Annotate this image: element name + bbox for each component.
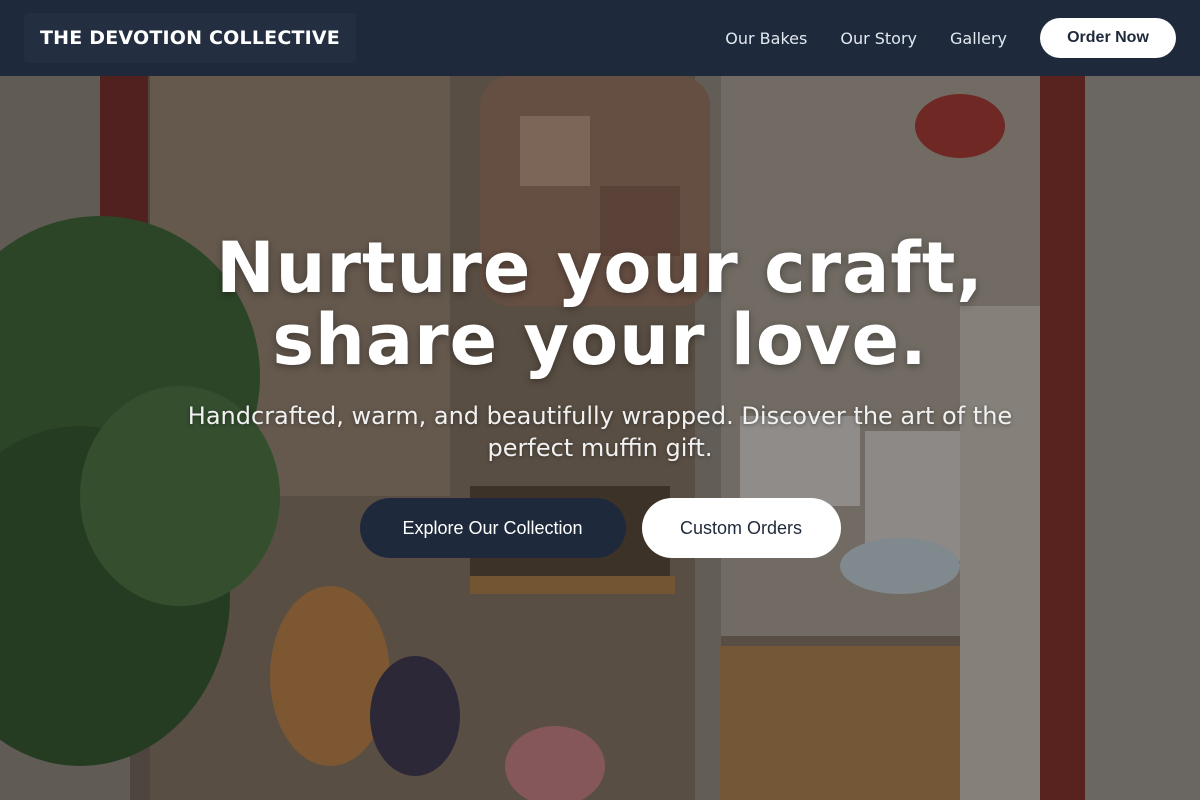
hero-subheading: Handcrafted, warm, and beautifully wrapp… — [187, 402, 1013, 462]
nav-link-gallery[interactable]: Gallery — [950, 29, 1007, 48]
nav-link-our-bakes[interactable]: Our Bakes — [725, 29, 807, 48]
hero-headline: Nurture your craft, share your love. — [0, 232, 1200, 376]
main-nav: Our Bakes Our Story Gallery Order Now — [725, 18, 1176, 58]
site-header: THE DEVOTION COLLECTIVE Our Bakes Our St… — [0, 0, 1200, 76]
explore-collection-button[interactable]: Explore Our Collection — [359, 498, 626, 558]
hero-content: Nurture your craft, share your love. Han… — [0, 232, 1200, 558]
brand-logo[interactable]: THE DEVOTION COLLECTIVE — [24, 13, 356, 63]
order-now-button[interactable]: Order Now — [1040, 18, 1176, 58]
hero-section: Nurture your craft, share your love. Han… — [0, 76, 1200, 800]
custom-orders-button[interactable]: Custom Orders — [641, 498, 841, 558]
nav-link-our-story[interactable]: Our Story — [840, 29, 917, 48]
headline-line-2: share your love. — [272, 299, 928, 381]
headline-line-1: Nurture your craft, — [216, 227, 984, 309]
cta-row: Explore Our Collection Custom Orders — [0, 498, 1200, 558]
